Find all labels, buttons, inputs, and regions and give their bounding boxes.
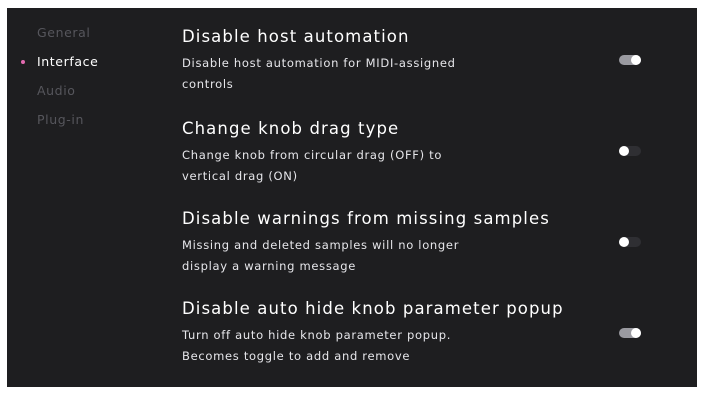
setting-description-line: Missing and deleted samples will no long… xyxy=(182,238,460,252)
toggle-knob xyxy=(631,328,641,338)
active-indicator-dot xyxy=(21,60,25,64)
setting-description: Disable host automation for MIDI-assigne… xyxy=(182,53,512,95)
disable-host-automation-toggle[interactable] xyxy=(619,55,641,65)
setting-title: Disable host automation xyxy=(182,27,410,46)
setting-title: Disable auto hide knob parameter popup xyxy=(182,299,564,318)
sidebar-item-label: General xyxy=(37,25,91,40)
toggle-knob xyxy=(631,55,641,65)
setting-description: Turn off auto hide knob parameter popup.… xyxy=(182,325,512,367)
sidebar-item-plug-in[interactable]: Plug-in xyxy=(7,111,167,140)
setting-description: Missing and deleted samples will no long… xyxy=(182,235,512,277)
setting-disable-auto-hide-knob-popup: Disable auto hide knob parameter popup T… xyxy=(182,298,682,367)
setting-description-line: Turn off auto hide knob parameter popup. xyxy=(182,328,452,342)
settings-sidebar: General Interface Audio Plug-in xyxy=(7,24,167,140)
setting-description: Change knob from circular drag (OFF) to … xyxy=(182,145,512,187)
setting-disable-host-automation: Disable host automation Disable host aut… xyxy=(182,26,682,95)
disable-missing-sample-warnings-toggle[interactable] xyxy=(619,237,641,247)
sidebar-item-audio[interactable]: Audio xyxy=(7,82,167,111)
setting-title: Change knob drag type xyxy=(182,119,400,138)
disable-auto-hide-knob-popup-toggle[interactable] xyxy=(619,328,641,338)
setting-description-line: Becomes toggle to add and remove xyxy=(182,349,411,363)
sidebar-item-label: Plug-in xyxy=(37,112,84,127)
change-knob-drag-type-toggle[interactable] xyxy=(619,146,641,156)
setting-description-line: display a warning message xyxy=(182,259,357,273)
sidebar-item-general[interactable]: General xyxy=(7,24,167,53)
setting-title: Disable warnings from missing samples xyxy=(182,209,550,228)
toggle-knob xyxy=(619,237,629,247)
sidebar-item-interface[interactable]: Interface xyxy=(7,53,167,82)
setting-description-line: Change knob from circular drag (OFF) to xyxy=(182,148,443,162)
sidebar-item-label: Audio xyxy=(37,83,76,98)
toggle-knob xyxy=(619,146,629,156)
setting-description-line: vertical drag (ON) xyxy=(182,169,298,183)
setting-disable-missing-sample-warnings: Disable warnings from missing samples Mi… xyxy=(182,208,682,277)
setting-description-line: controls xyxy=(182,77,234,91)
sidebar-item-label: Interface xyxy=(37,54,99,69)
setting-description-line: Disable host automation for MIDI-assigne… xyxy=(182,56,456,70)
settings-window: General Interface Audio Plug-in Disable … xyxy=(7,8,697,387)
setting-change-knob-drag-type: Change knob drag type Change knob from c… xyxy=(182,118,682,187)
